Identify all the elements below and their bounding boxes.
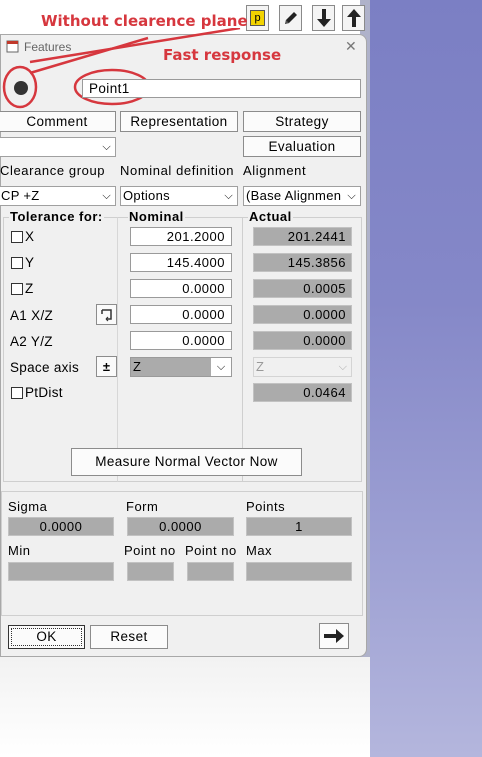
alignment-value: (Base Alignmen — [246, 188, 342, 203]
statistics-group — [1, 491, 363, 616]
nominal-header: Nominal — [128, 209, 185, 224]
points-value: 1 — [246, 517, 352, 536]
next-button[interactable] — [319, 623, 349, 649]
pencil-button[interactable] — [279, 5, 302, 31]
close-button[interactable]: ✕ — [345, 38, 357, 55]
arrow-up-icon — [346, 9, 361, 27]
strategy-button[interactable]: Strategy — [243, 111, 361, 132]
point-no-value-1 — [127, 562, 174, 581]
chevron-down-icon: ⌵ — [224, 190, 233, 202]
chevron-down-icon: ⌵ — [338, 361, 347, 373]
tolerance-y-checkbox[interactable] — [11, 257, 23, 269]
alignment-select[interactable]: (Base Alignmen ⌵ — [243, 186, 361, 206]
space-axis-actual-value: Z — [256, 359, 264, 374]
form-label: Form — [126, 499, 159, 514]
p-icon: p — [250, 10, 265, 26]
actual-a2-value: 0.0000 — [253, 331, 352, 350]
min-label: Min — [8, 543, 31, 558]
evaluation-button[interactable]: Evaluation — [243, 136, 361, 157]
space-axis-nominal-value: Z — [133, 359, 141, 374]
arrow-right-icon — [324, 629, 344, 643]
measure-normal-button[interactable]: Measure Normal Vector Now — [71, 448, 302, 476]
nominal-z-input[interactable]: 0.0000 — [130, 279, 232, 298]
nominal-definition-label: Nominal definition — [120, 163, 235, 178]
angle-icon — [101, 309, 112, 322]
top-left-select[interactable]: ⌵ — [0, 137, 116, 157]
max-value — [246, 562, 352, 581]
point-no-value-2 — [187, 562, 234, 581]
ptdist-checkbox[interactable] — [11, 387, 23, 399]
actual-y-value: 145.3856 — [253, 253, 352, 272]
arrow-down-icon — [316, 9, 331, 27]
desktop-background — [370, 0, 482, 757]
x-label: X — [25, 229, 35, 244]
actual-header: Actual — [248, 209, 293, 224]
blank-area — [0, 657, 370, 757]
chevron-down-icon: ⌵ — [102, 141, 111, 153]
reset-button[interactable]: Reset — [90, 625, 168, 649]
a1-label: A1 X/Z — [10, 308, 54, 323]
status-dot — [14, 81, 28, 95]
chevron-down-icon: ⌵ — [102, 190, 111, 202]
alignment-label: Alignment — [243, 163, 307, 178]
clearance-value: CP +Z — [1, 188, 40, 203]
angle-toggle-button[interactable] — [96, 304, 117, 325]
clearance-group-label: Clearance group — [0, 163, 106, 178]
representation-button[interactable]: Representation — [120, 111, 238, 132]
space-axis-actual-select: Z ⌵ — [253, 357, 352, 377]
nominal-y-input[interactable]: 145.4000 — [130, 253, 232, 272]
chevron-down-icon: ⌵ — [347, 187, 356, 205]
actual-x-value: 201.2441 — [253, 227, 352, 246]
feature-name-input[interactable]: Point1 — [82, 79, 361, 98]
form-value: 0.0000 — [127, 517, 234, 536]
nominal-definition-select[interactable]: Options ⌵ — [120, 186, 238, 206]
y-label: Y — [25, 255, 35, 270]
point-no-label-2: Point no — [185, 543, 237, 558]
pencil-icon — [284, 12, 297, 24]
ok-button[interactable]: OK — [8, 625, 85, 649]
tolerance-x-checkbox[interactable] — [11, 231, 23, 243]
min-value — [8, 562, 114, 581]
ptdist-label: PtDist — [25, 385, 63, 400]
sigma-label: Sigma — [8, 499, 48, 514]
sigma-value: 0.0000 — [8, 517, 114, 536]
actual-a1-value: 0.0000 — [253, 305, 352, 324]
z-label: Z — [25, 281, 34, 296]
max-label: Max — [246, 543, 273, 558]
tolerance-for-label: Tolerance for: — [9, 209, 104, 224]
point-no-label-1: Point no — [124, 543, 176, 558]
plusminus-button[interactable]: ± — [96, 356, 117, 377]
actual-z-value: 0.0005 — [253, 279, 352, 298]
nominal-definition-value: Options — [123, 188, 170, 203]
comment-button[interactable]: Comment — [0, 111, 116, 132]
chevron-down-icon: ⌵ — [211, 358, 231, 376]
nominal-a2-input[interactable]: 0.0000 — [130, 331, 232, 350]
move-down-button[interactable] — [312, 5, 335, 31]
clearance-select[interactable]: CP +Z ⌵ — [0, 186, 116, 206]
points-label: Points — [246, 499, 286, 514]
move-up-button[interactable] — [342, 5, 365, 31]
a2-label: A2 Y/Z — [10, 334, 53, 349]
nominal-x-input[interactable]: 201.2000 — [130, 227, 232, 246]
annotation-shapes — [2, 28, 241, 109]
tolerance-z-checkbox[interactable] — [11, 283, 23, 295]
nominal-a1-input[interactable]: 0.0000 — [130, 305, 232, 324]
space-axis-nominal-select[interactable]: Z ⌵ — [130, 357, 232, 377]
space-axis-label: Space axis — [10, 360, 80, 375]
actual-ptdist-value: 0.0464 — [253, 383, 352, 402]
